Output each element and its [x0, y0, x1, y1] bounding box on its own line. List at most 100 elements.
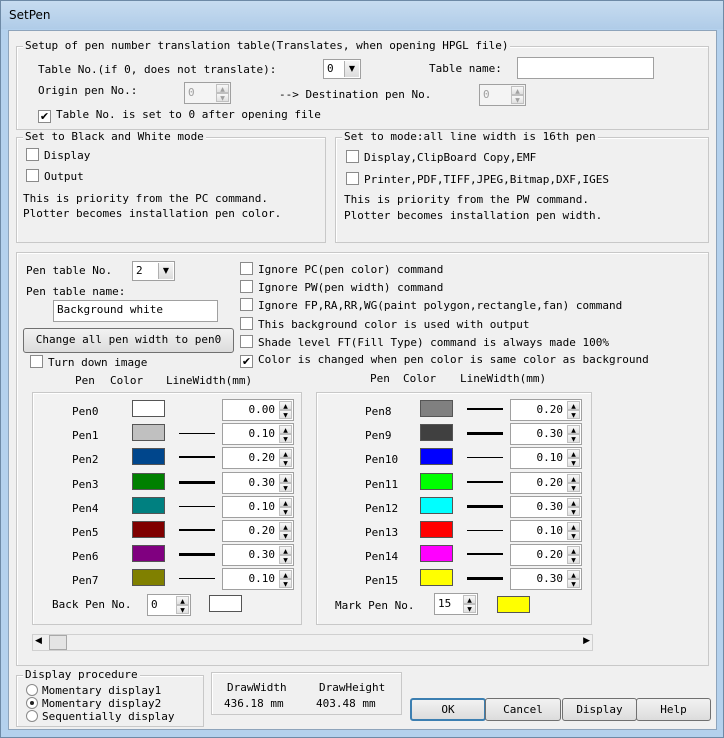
draw-height-value: 403.48 mm	[316, 697, 376, 710]
pen-color-swatch[interactable]	[132, 424, 165, 442]
pen-color-swatch[interactable]	[420, 545, 453, 563]
chevron-down-icon: ▼	[344, 61, 359, 77]
pen-width-value: 0.20	[248, 524, 276, 537]
horizontal-scrollbar[interactable]: ◀ ▶	[32, 634, 593, 651]
pen-width-stepper[interactable]: 0.10 ▲ ▼	[222, 423, 294, 446]
pen-width-value: 0.10	[536, 451, 564, 465]
pen-color-swatch[interactable]	[132, 448, 165, 466]
pen-width-stepper[interactable]: 0.20 ▲ ▼	[222, 447, 294, 470]
pen-color-swatch[interactable]	[420, 569, 453, 587]
sequential-display-radio[interactable]: Sequentially display	[26, 710, 174, 723]
pen-table-name-label: Pen table name:	[26, 285, 126, 298]
left-pen-header: Pen	[75, 374, 95, 387]
spin-buttons-icon: ▲ ▼	[567, 546, 580, 565]
pen-color-swatch[interactable]	[132, 569, 165, 587]
pen-width-stepper[interactable]: 0.10 ▲ ▼	[222, 495, 294, 518]
bw-display-checkbox[interactable]: Display	[26, 148, 90, 162]
origin-pen-label: Origin pen No.:	[38, 84, 138, 97]
mark-pen-color-swatch[interactable]	[497, 596, 530, 613]
pen-width-stepper[interactable]: 0.30 ▲ ▼	[222, 544, 294, 567]
reset-table-label: Table No. is set to 0 after opening file	[56, 108, 321, 121]
shade-level-checkbox[interactable]: Shade level FT(Fill Type) command is alw…	[240, 335, 609, 349]
pen-color-swatch[interactable]	[420, 521, 453, 538]
momentary-display1-radio[interactable]: Momentary display1	[26, 684, 161, 697]
pen-width-stepper[interactable]: 0.10 ▲ ▼	[510, 447, 582, 470]
pen-width-stepper[interactable]: 0.30 ▲ ▼	[222, 471, 294, 494]
help-button[interactable]: Help	[636, 698, 711, 721]
background-output-checkbox[interactable]: This background color is used with outpu…	[240, 317, 530, 331]
pen-width-value: 0.10	[248, 427, 276, 441]
pen-name: Pen15	[365, 574, 399, 588]
bw-display-label: Display	[44, 149, 91, 162]
pen-width-stepper[interactable]: 0.20 ▲ ▼	[510, 399, 582, 421]
pen-color-swatch[interactable]	[420, 424, 453, 442]
pen-color-swatch[interactable]	[132, 472, 165, 490]
pen-name: Pen0	[72, 405, 99, 418]
pen-name: Pen4	[72, 501, 99, 515]
pen-width-stepper[interactable]: 0.20 ▲ ▼	[510, 471, 582, 494]
ignore-pw-checkbox[interactable]: Ignore PW(pen width) command	[240, 280, 443, 294]
pen-width-stepper[interactable]: 0.00 ▲ ▼	[222, 399, 294, 421]
turn-down-image-checkbox[interactable]: Turn down image	[30, 355, 147, 369]
pen-table-no-select[interactable]: 2 ▼	[132, 261, 175, 281]
pen-width-stepper[interactable]: 0.20 ▲ ▼	[222, 520, 294, 542]
pen-color-swatch[interactable]	[420, 496, 453, 514]
scroll-left-icon[interactable]: ◀	[35, 636, 42, 646]
pen-width-preview	[179, 456, 215, 459]
destination-pen-stepper[interactable]: 0 ▲ ▼	[479, 84, 526, 106]
display-button[interactable]: Display	[562, 698, 637, 721]
pen-name: Pen1	[72, 429, 99, 443]
pen-width-stepper[interactable]: 0.30 ▲ ▼	[510, 568, 582, 591]
cancel-button[interactable]: Cancel	[485, 698, 561, 721]
spin-buttons-icon: ▲ ▼	[279, 546, 292, 565]
pen-width-stepper[interactable]: 0.30 ▲ ▼	[510, 495, 582, 518]
momentary-display2-radio[interactable]: Momentary display2	[26, 697, 161, 710]
back-pen-stepper[interactable]: 0 ▲ ▼	[147, 594, 191, 616]
pen-color-swatch[interactable]	[420, 400, 453, 417]
radio-icon	[26, 684, 38, 696]
width16-legend: Set to mode:all line width is 16th pen	[342, 130, 598, 143]
spin-buttons-icon: ▲ ▼	[176, 596, 189, 614]
pen-name: Pen7	[72, 574, 99, 588]
color-change-checkbox[interactable]: ✔ Color is changed when pen color is same…	[240, 353, 649, 368]
radio-icon	[26, 710, 38, 722]
pen-color-swatch[interactable]	[420, 472, 453, 490]
pen-width-preview	[467, 480, 503, 483]
width16-display-checkbox[interactable]: Display,ClipBoard Copy,EMF	[346, 150, 536, 164]
pen-width-value: 0.20	[536, 403, 564, 416]
pen-width-preview	[467, 577, 503, 581]
ok-button[interactable]: OK	[410, 698, 486, 721]
pen-color-swatch[interactable]	[132, 545, 165, 563]
scroll-right-icon[interactable]: ▶	[583, 636, 590, 646]
pen-width-stepper[interactable]: 0.30 ▲ ▼	[510, 423, 582, 446]
change-all-pen-width-button[interactable]: Change all pen width to pen0	[23, 328, 234, 353]
pen-color-swatch[interactable]	[420, 448, 453, 466]
ignore-pc-checkbox[interactable]: Ignore PC(pen color) command	[240, 262, 443, 276]
pen-width-value: 0.20	[536, 475, 564, 489]
pen-width-value: 0.30	[248, 548, 276, 562]
checkbox-icon	[240, 317, 253, 330]
back-pen-color-swatch[interactable]	[209, 595, 242, 612]
table-no-select[interactable]: 0 ▼	[323, 59, 361, 79]
pen-table-name-input[interactable]: Background white	[53, 300, 218, 322]
draw-width-label: DrawWidth	[227, 681, 287, 694]
right-width-header: LineWidth(mm)	[460, 372, 547, 385]
bw-output-checkbox[interactable]: Output	[26, 169, 84, 183]
ignore-fill-checkbox[interactable]: Ignore FP,RA,RR,WG(paint polygon,rectang…	[240, 298, 622, 312]
width16-printer-checkbox[interactable]: Printer,PDF,TIFF,JPEG,Bitmap,DXF,IGES	[346, 172, 609, 186]
spin-buttons-icon: ▲ ▼	[511, 86, 524, 104]
pen-width-stepper[interactable]: 0.10 ▲ ▼	[222, 568, 294, 591]
pen-color-swatch[interactable]	[132, 521, 165, 538]
window-title: SetPen	[9, 8, 51, 22]
origin-pen-stepper[interactable]: 0 ▲ ▼	[184, 82, 231, 104]
scroll-thumb[interactable]	[49, 635, 67, 650]
table-name-input[interactable]	[517, 57, 654, 79]
pen-name: Pen3	[72, 477, 99, 491]
pen-width-stepper[interactable]: 0.10 ▲ ▼	[510, 520, 582, 542]
pen-color-swatch[interactable]	[132, 496, 165, 514]
mark-pen-stepper[interactable]: 15 ▲ ▼	[434, 593, 478, 615]
pen-color-swatch[interactable]	[132, 400, 165, 417]
pen-width-value: 0.10	[248, 572, 276, 586]
reset-table-checkbox[interactable]: ✔ Table No. is set to 0 after opening fil…	[38, 108, 321, 123]
pen-width-stepper[interactable]: 0.20 ▲ ▼	[510, 544, 582, 567]
